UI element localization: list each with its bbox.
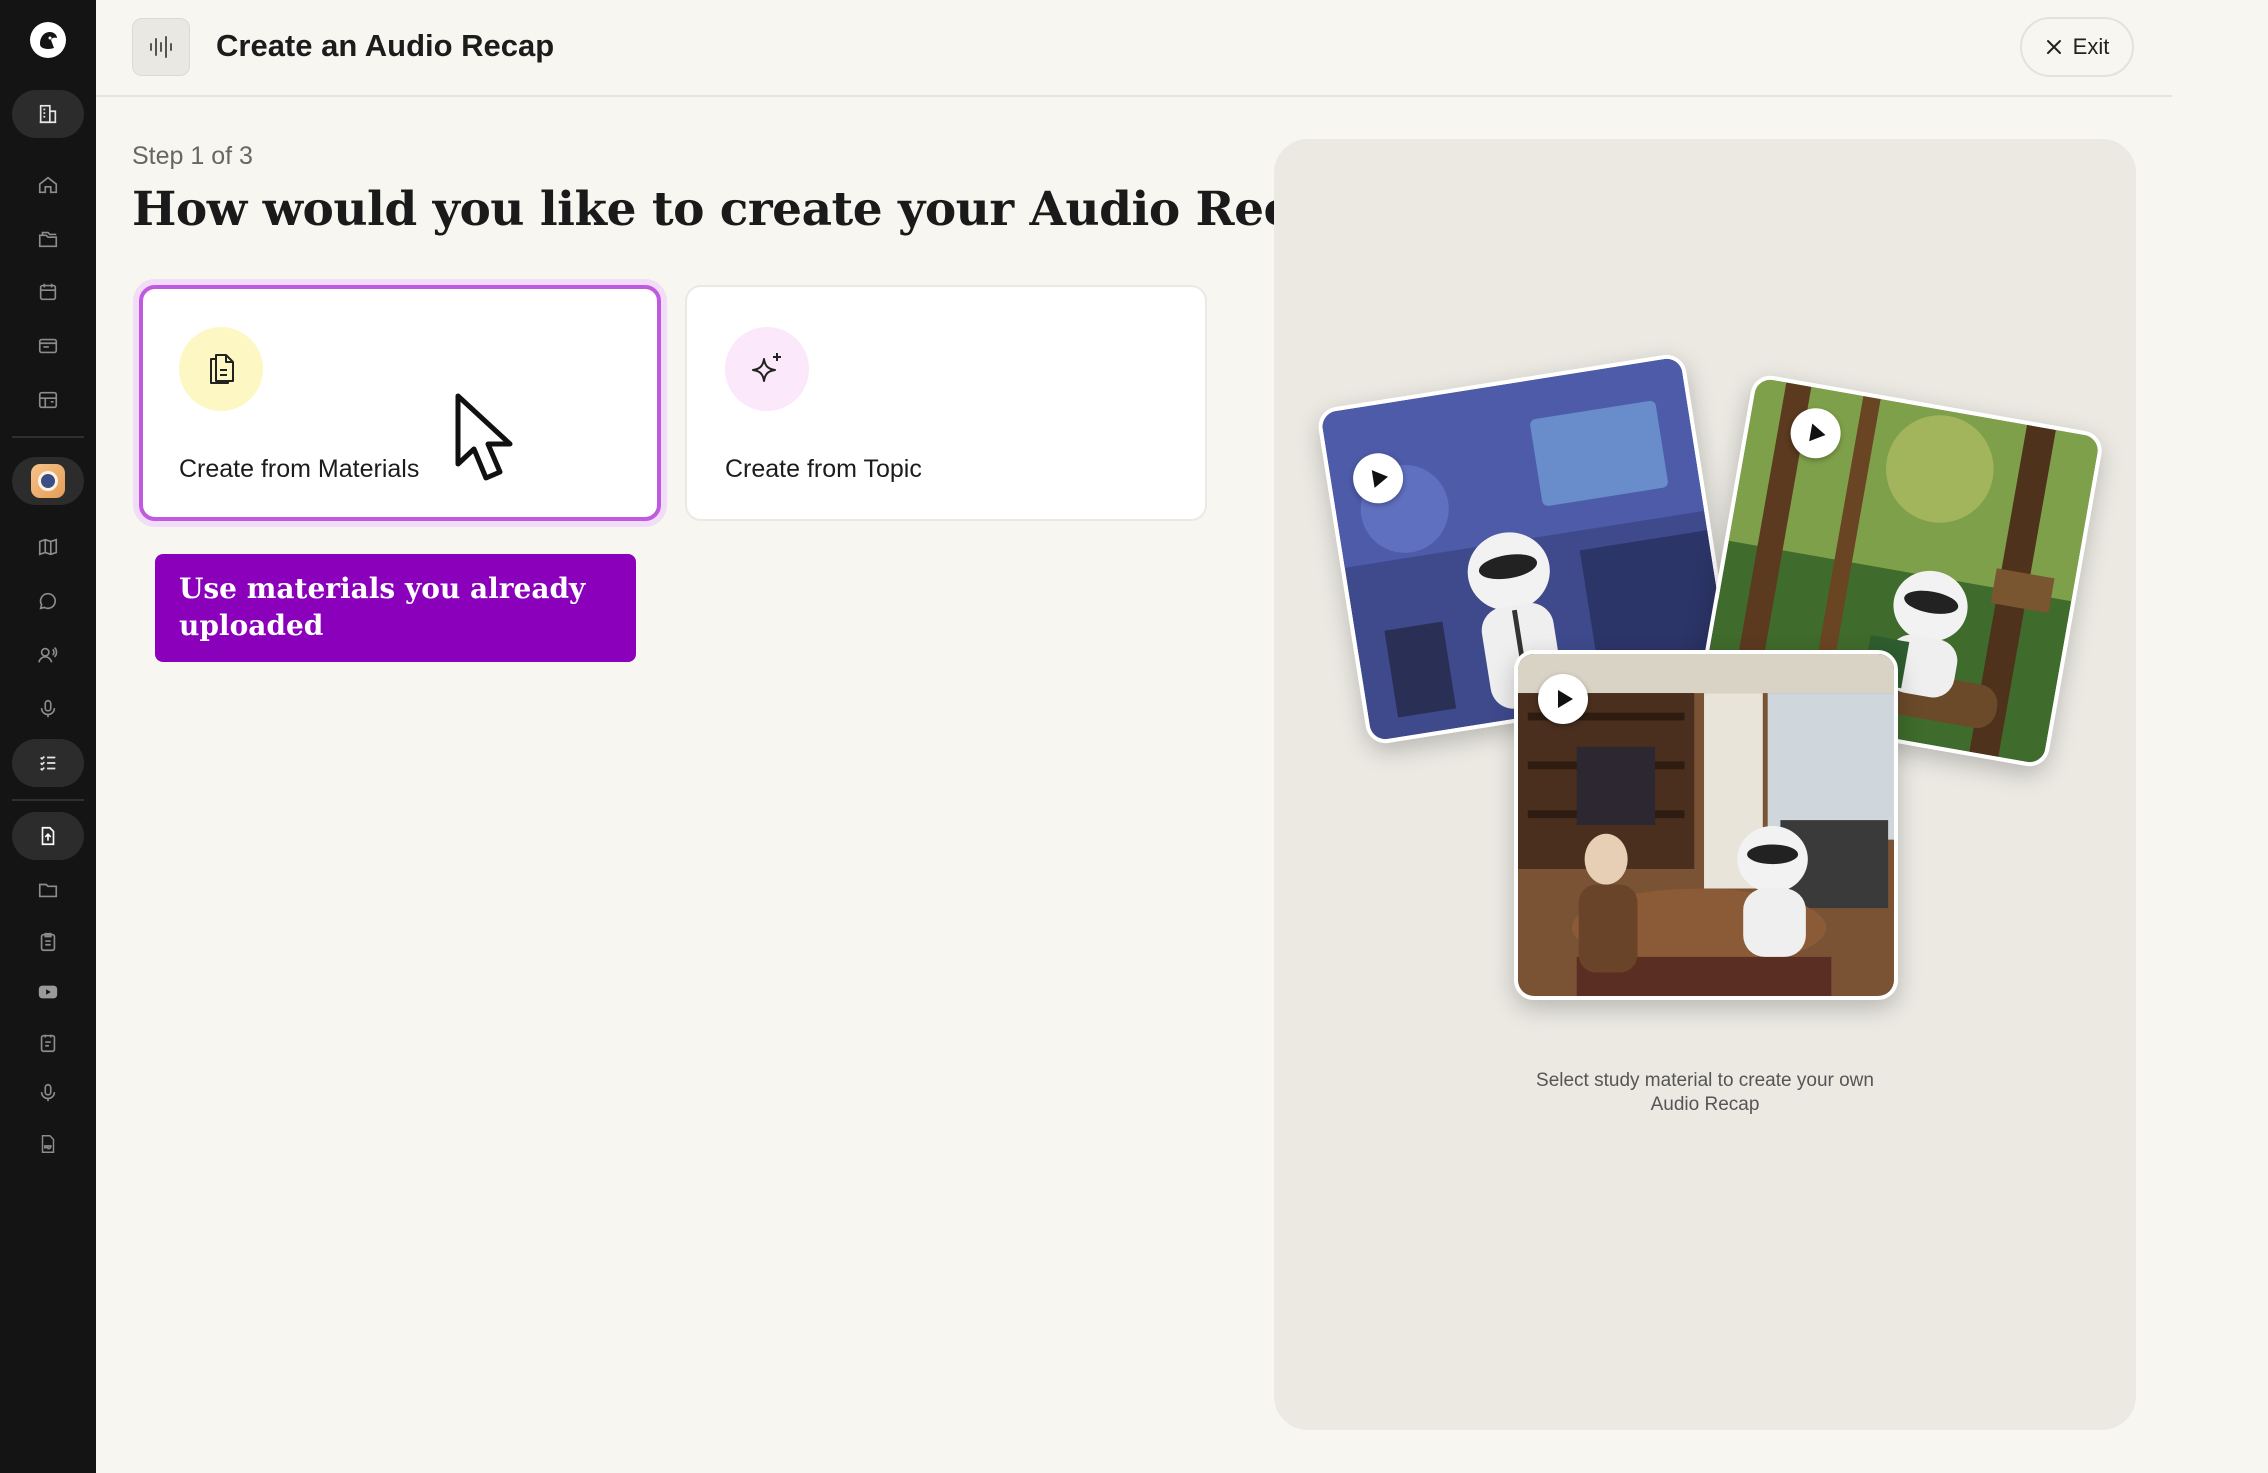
create-from-topic-option[interactable]: Create from Topic <box>685 285 1207 521</box>
preview-caption: Select study material to create your own… <box>1274 1069 2136 1117</box>
app-logo-icon[interactable] <box>12 16 84 64</box>
sidebar <box>0 0 96 1473</box>
youtube-icon[interactable] <box>12 968 84 1016</box>
option-label: Create from Materials <box>179 455 420 483</box>
sparkle-icon <box>725 327 809 411</box>
chat-icon[interactable] <box>12 577 84 625</box>
upload-file-icon[interactable] <box>12 812 84 860</box>
classroom-icon[interactable] <box>12 376 84 424</box>
play-icon[interactable] <box>1538 674 1588 724</box>
exit-button[interactable]: Exit <box>2020 17 2134 77</box>
caption-line: Select study material to create your own <box>1536 1070 1874 1091</box>
preview-panel: Select study material to create your own… <box>1274 139 2136 1430</box>
folders-icon[interactable] <box>12 215 84 263</box>
sidebar-divider <box>12 436 84 438</box>
option-tooltip: Use materials you already uploaded <box>155 554 636 662</box>
window-icon[interactable] <box>12 322 84 370</box>
mouse-cursor-icon <box>455 393 513 481</box>
clipboard-icon[interactable] <box>12 918 84 966</box>
exit-label: Exit <box>2072 34 2110 59</box>
calendar-icon[interactable] <box>12 268 84 316</box>
sidebar-divider <box>12 799 84 801</box>
active-app-icon[interactable] <box>12 457 84 505</box>
option-label: Create from Topic <box>725 455 922 483</box>
question-headline: How would you like to create your Audio … <box>132 182 1381 237</box>
home-icon[interactable] <box>12 161 84 209</box>
caption-line: Audio Recap <box>1650 1094 1760 1115</box>
map-icon[interactable] <box>12 523 84 571</box>
close-icon <box>2046 40 2061 54</box>
audio-waveform-icon <box>132 18 190 76</box>
notes-icon[interactable] <box>12 1019 84 1067</box>
folder-icon[interactable] <box>12 866 84 914</box>
top-header: Create an Audio Recap Exit <box>96 0 2172 97</box>
preview-thumbnail-library[interactable] <box>1514 650 1898 1000</box>
create-from-materials-option[interactable]: Create from Materials <box>139 285 661 521</box>
page-title: Create an Audio Recap <box>216 28 555 63</box>
organization-icon[interactable] <box>12 90 84 138</box>
documents-icon <box>179 327 263 411</box>
microphone-small-icon[interactable] <box>12 1069 84 1117</box>
step-indicator: Step 1 of 3 <box>132 142 253 170</box>
pdf-icon[interactable] <box>12 1120 84 1168</box>
checklist-icon[interactable] <box>12 739 84 787</box>
tutor-icon[interactable] <box>12 631 84 679</box>
microphone-icon[interactable] <box>12 685 84 733</box>
